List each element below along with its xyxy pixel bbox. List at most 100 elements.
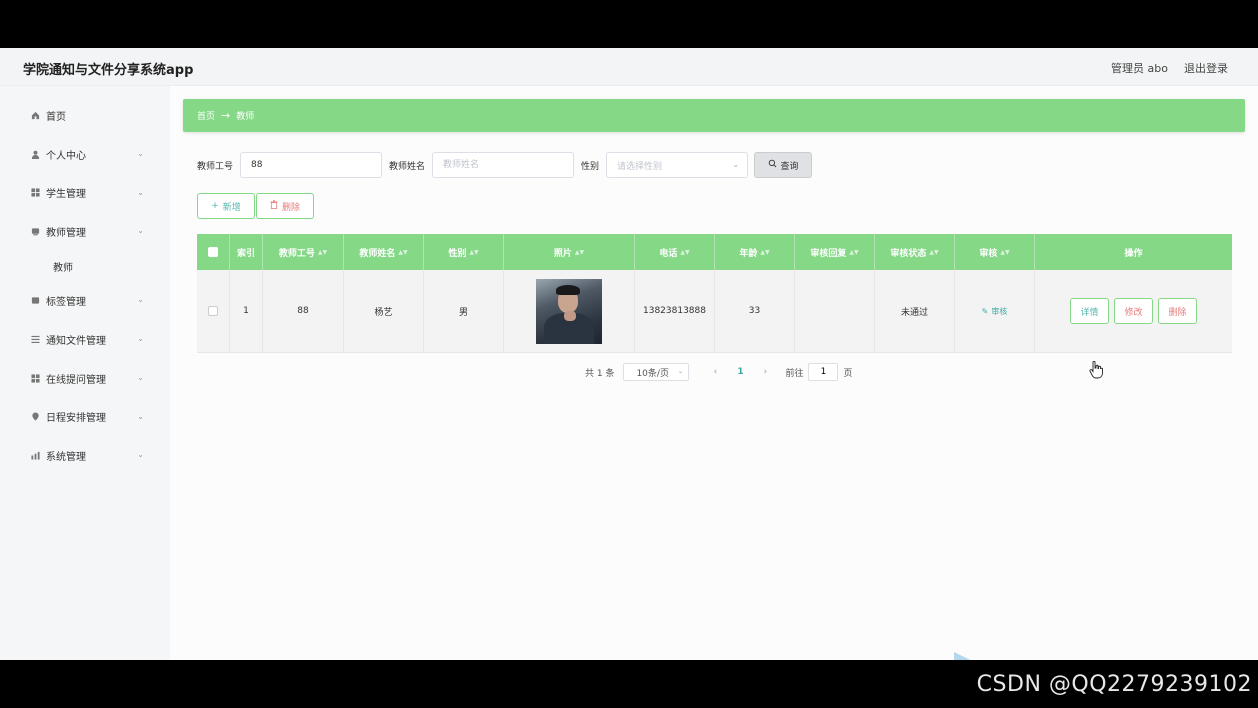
sidebar-item-schedule-management[interactable]: 日程安排管理 ⌄ [0, 398, 170, 437]
column-header-gender[interactable]: 性别 ▲▼ [424, 234, 504, 270]
chevron-down-icon: ⌄ [137, 295, 144, 305]
teacher-id-label: 教师工号 [197, 161, 234, 172]
sidebar-item-label: 在线提问管理 [46, 374, 106, 386]
add-button-label: 新增 [222, 202, 241, 213]
page-number[interactable]: 1 [725, 367, 755, 377]
column-header-age[interactable]: 年龄 ▲▼ [715, 234, 795, 270]
sidebar-item-student-management[interactable]: 学生管理 ⌄ [0, 174, 170, 213]
sidebar-item-personal-center[interactable]: 个人中心 ⌄ [0, 135, 170, 174]
cell-audit: ✎ 审核 [955, 270, 1035, 352]
sidebar-subitem-teacher[interactable]: 教师 [0, 251, 170, 281]
query-button-label: 查询 [780, 161, 799, 172]
sidebar-item-label: 教师管理 [46, 228, 86, 240]
column-header-audit-status[interactable]: 审核状态 ▲▼ [875, 234, 955, 270]
chevron-down-icon: ⌄ [137, 372, 144, 382]
edit-button[interactable]: 修改 [1114, 298, 1153, 324]
column-header-audit-reply[interactable]: 审核回复 ▲▼ [795, 234, 875, 270]
logout-link[interactable]: 退出登录 [1184, 60, 1228, 76]
table-row: 1 88 杨艺 男 13823813888 33 未通过 ✎ 审核 详情 修改 … [197, 270, 1232, 353]
row-checkbox[interactable] [208, 306, 218, 316]
query-button[interactable]: 查询 [754, 152, 813, 178]
select-all-checkbox[interactable] [208, 247, 218, 257]
home-icon [30, 110, 40, 120]
add-button[interactable]: + 新增 [197, 193, 255, 219]
sort-icon: ▲▼ [760, 248, 770, 256]
pagination: 共 1 条 10条/页 ⌄ ‹ 1 › 前往 页 [585, 362, 852, 382]
user-icon [30, 149, 40, 159]
sidebar-item-system-management[interactable]: 系统管理 ⌄ [0, 436, 170, 475]
goto-page-input[interactable] [808, 363, 839, 381]
pin-icon [30, 412, 40, 422]
sort-icon: ▲▼ [398, 248, 408, 256]
column-header-audit[interactable]: 审核 ▲▼ [955, 234, 1035, 270]
sort-icon: ▲▼ [929, 248, 939, 256]
row-select-cell [197, 270, 230, 352]
table-header: 索引 教师工号 ▲▼ 教师姓名 ▲▼ 性别 ▲▼ 照片 ▲▼ 电话 ▲▼ 年龄 ▲▼ 审核回… [197, 234, 1232, 270]
user-label[interactable]: 管理员 abo [1111, 60, 1168, 76]
breadcrumb: 首页 → 教师 [183, 99, 1245, 132]
cell-photo [504, 270, 635, 352]
chevron-down-icon: ⌄ [137, 148, 144, 158]
delete-button[interactable]: 删除 [1158, 298, 1197, 324]
cell-age: 33 [715, 270, 795, 352]
cell-teacher-name: 杨艺 [344, 270, 424, 352]
column-header-index: 索引 [230, 234, 263, 270]
chevron-down-icon: ⌄ [137, 333, 144, 343]
sort-icon: ▲▼ [680, 248, 690, 256]
column-header-teacher-name[interactable]: 教师姓名 ▲▼ [344, 234, 424, 270]
sidebar-item-tag-management[interactable]: 标签管理 ⌄ [0, 281, 170, 320]
sort-icon: ▲▼ [849, 248, 859, 256]
teacher-name-input[interactable] [432, 152, 575, 178]
detail-button[interactable]: 详情 [1070, 298, 1109, 324]
sidebar-item-label: 首页 [46, 111, 66, 123]
cell-operations: 详情 修改 删除 [1035, 270, 1232, 352]
chevron-down-icon: ⌄ [137, 450, 144, 460]
sidebar-item-notice-file-management[interactable]: 通知文件管理 ⌄ [0, 320, 170, 359]
next-page-button[interactable]: › [755, 367, 775, 377]
cell-gender: 男 [424, 270, 504, 352]
column-header-photo[interactable]: 照片 ▲▼ [504, 234, 635, 270]
gender-select[interactable]: 请选择性别 ⌄ [606, 152, 749, 178]
column-header-phone[interactable]: 电话 ▲▼ [635, 234, 715, 270]
chevron-up-icon: ⌄ [137, 226, 144, 236]
sidebar-item-label: 标签管理 [46, 297, 86, 309]
sidebar-item-teacher-management[interactable]: 教师管理 ⌄ [0, 212, 170, 251]
sidebar-item-label: 日程安排管理 [46, 413, 106, 425]
trash-icon [270, 200, 278, 212]
tag-icon [30, 296, 40, 306]
teacher-name-label: 教师姓名 [389, 161, 426, 172]
cell-audit-status: 未通过 [875, 270, 955, 352]
sidebar-item-home[interactable]: 首页 [0, 96, 170, 135]
sidebar-item-online-question-management[interactable]: 在线提问管理 ⌄ [0, 359, 170, 398]
prev-page-button[interactable]: ‹ [705, 367, 725, 377]
column-header-operations: 操作 [1124, 248, 1143, 259]
chevron-down-icon: ⌄ [137, 187, 144, 197]
chevron-down-icon: ⌄ [677, 367, 684, 375]
search-icon [768, 159, 777, 171]
chart-icon [30, 451, 40, 461]
audit-link-label: 审核 [991, 306, 1008, 316]
csdn-watermark: CSDN @QQ2279239102 [976, 672, 1252, 697]
sidebar-item-label: 系统管理 [46, 452, 86, 464]
app-title: 学院通知与文件分享系统app [23, 63, 194, 78]
batch-delete-button[interactable]: 删除 [256, 193, 314, 219]
select-all-cell [197, 234, 230, 270]
breadcrumb-separator: → [221, 109, 231, 122]
sort-icon: ▲▼ [1000, 248, 1010, 256]
app-window: 学院通知与文件分享系统app 管理员 abo 退出登录 首页 个人中心 ⌄ 学生… [0, 48, 1258, 696]
page-size-select[interactable]: 10条/页 ⌄ [623, 363, 690, 381]
sidebar-item-label: 个人中心 [46, 150, 86, 162]
sidebar-item-label: 学生管理 [46, 189, 86, 201]
cell-audit-reply [795, 270, 875, 352]
breadcrumb-home[interactable]: 首页 [197, 109, 215, 122]
top-letterbox [0, 0, 1258, 48]
delete-button-label: 删除 [281, 202, 300, 213]
audit-link[interactable]: ✎ 审核 [982, 306, 1008, 317]
gender-select-placeholder: 请选择性别 [617, 161, 663, 172]
sidebar: 首页 个人中心 ⌄ 学生管理 ⌄ 教师管理 ⌄ 教师 标签管理 ⌄ 通知文件管理… [0, 86, 170, 660]
column-header-teacher-id[interactable]: 教师工号 ▲▼ [263, 234, 344, 270]
teacher-id-input[interactable] [240, 152, 383, 178]
list-icon [30, 334, 40, 344]
chevron-down-icon: ⌄ [732, 160, 740, 169]
breadcrumb-current: 教师 [236, 112, 255, 122]
